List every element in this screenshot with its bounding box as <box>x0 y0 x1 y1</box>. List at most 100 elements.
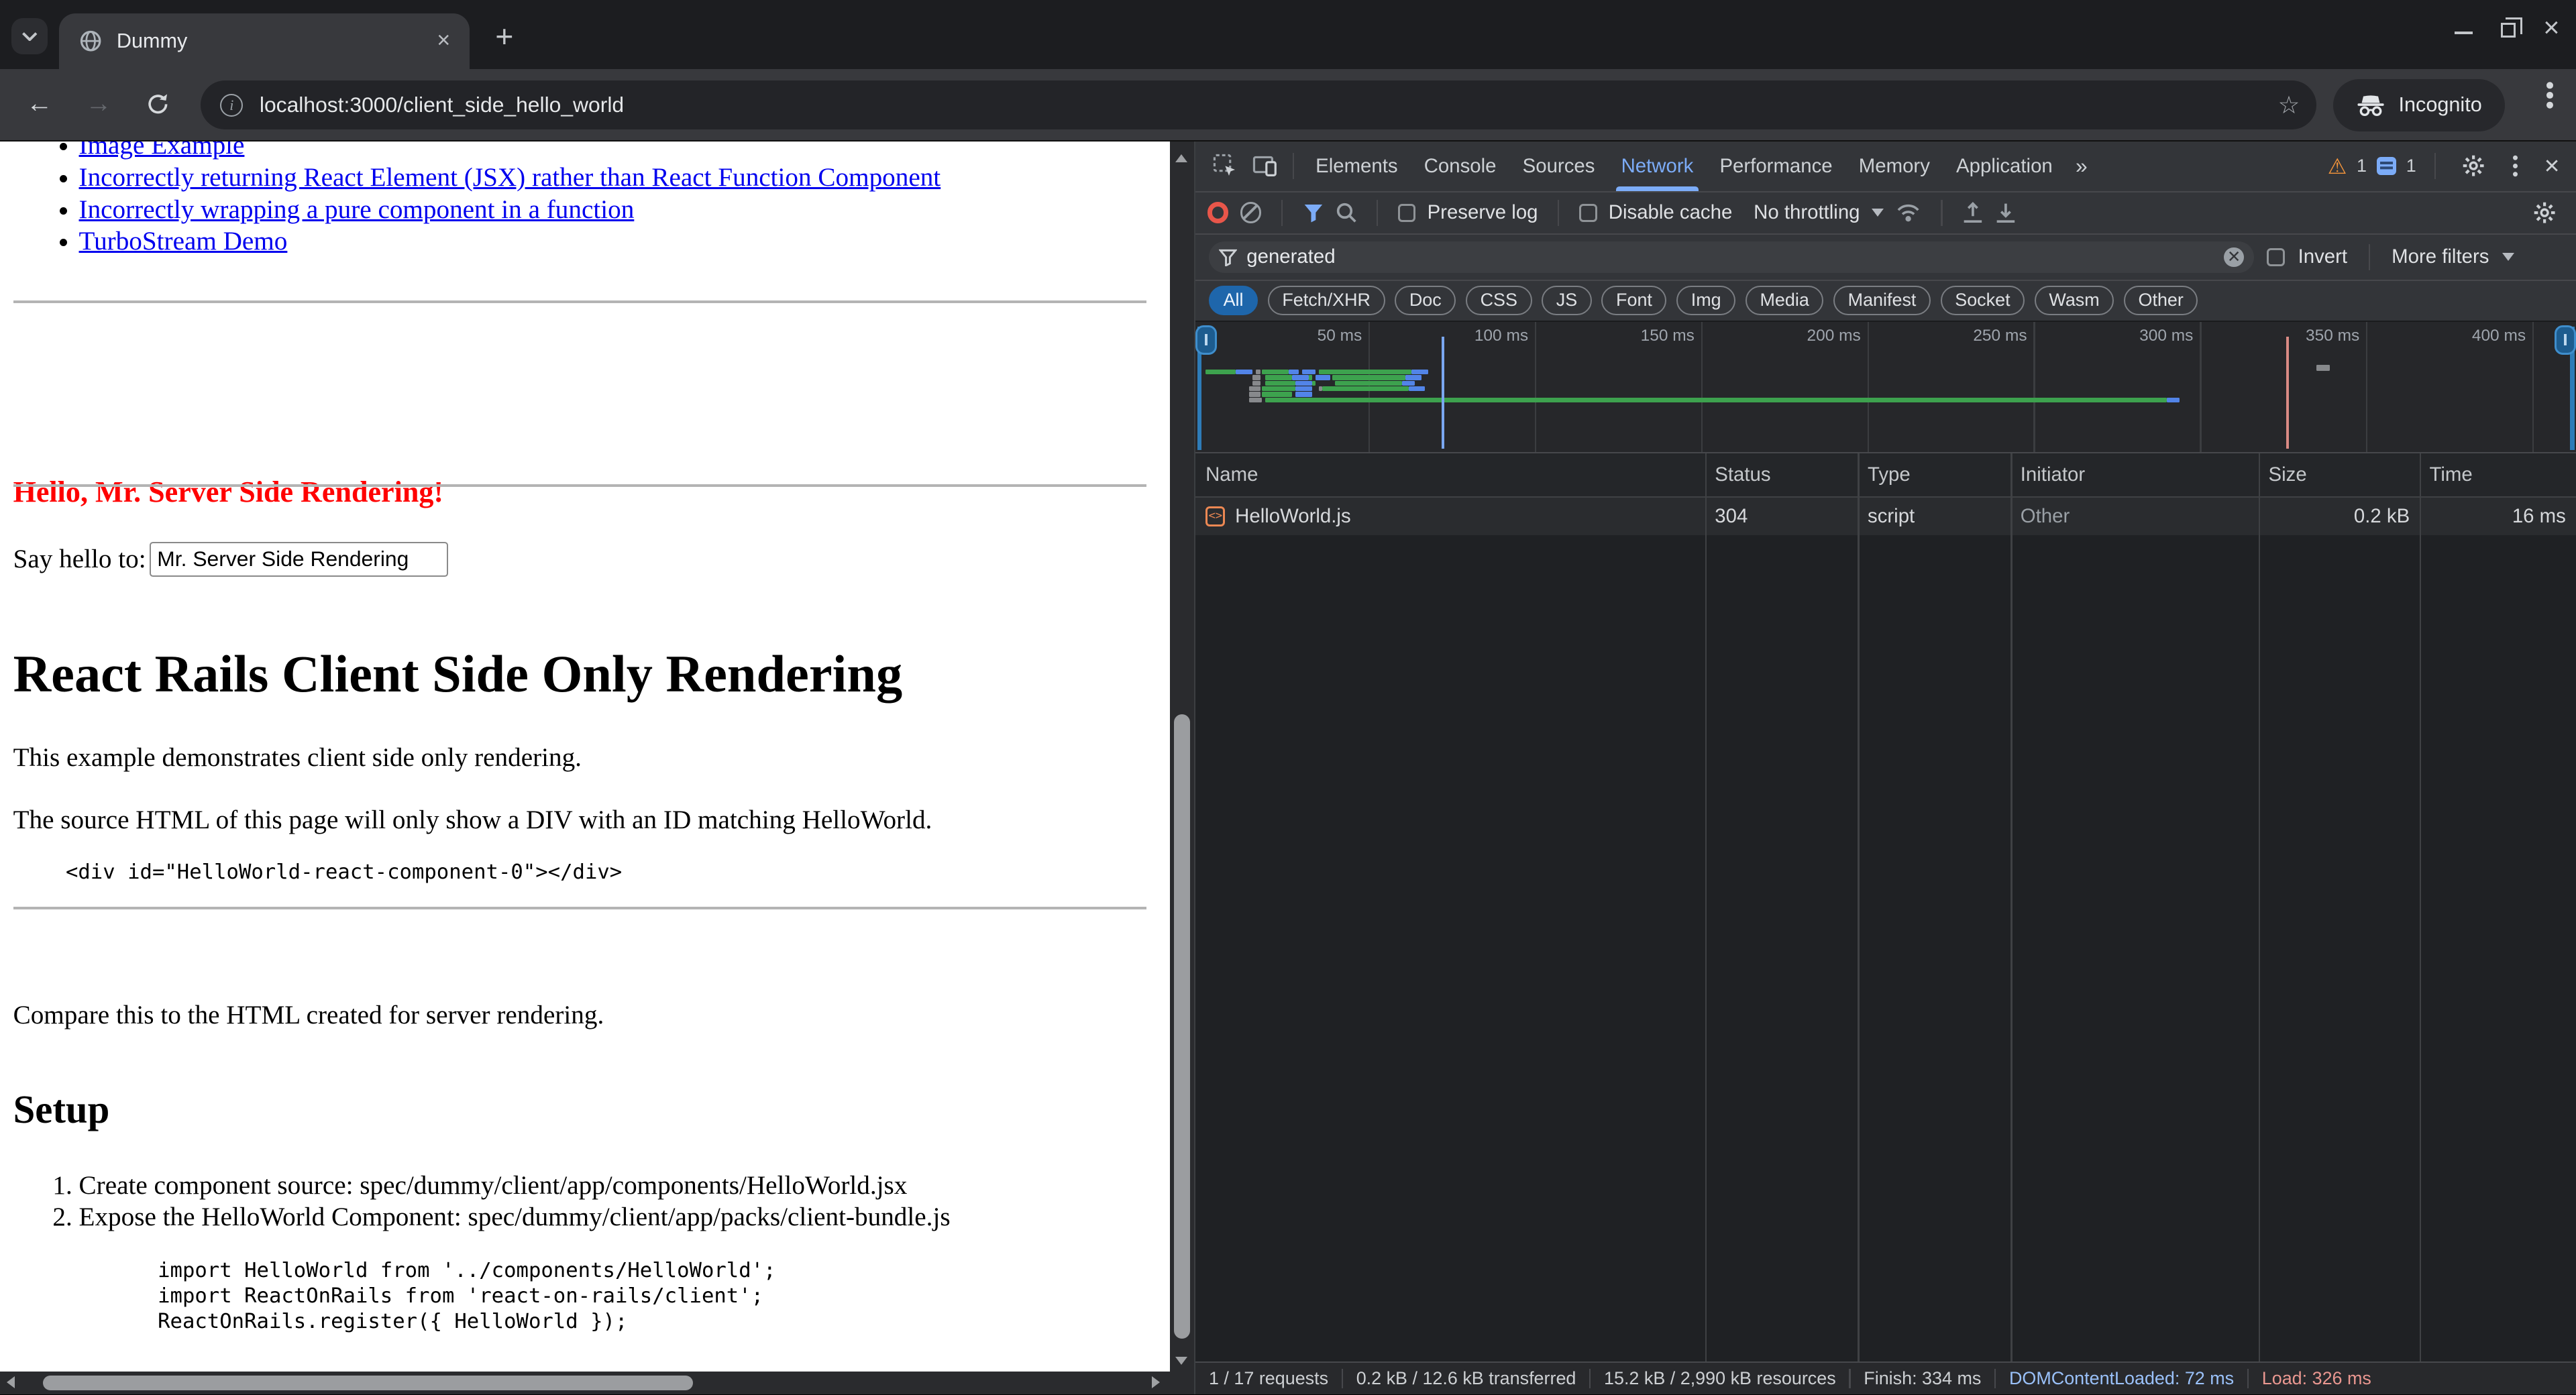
list-item: Incorrectly returning React Element (JSX… <box>79 162 941 194</box>
column-divider[interactable] <box>1705 453 1707 1361</box>
column-header-status[interactable]: Status <box>1705 463 1858 486</box>
warning-count: 1 <box>2357 156 2367 176</box>
more-filters-caret-icon[interactable] <box>2502 253 2514 261</box>
column-header-size[interactable]: Size <box>2259 463 2420 486</box>
export-har-icon[interactable] <box>1995 202 2017 223</box>
back-button[interactable]: ← <box>19 85 59 125</box>
scroll-down-arrow[interactable] <box>1175 1357 1187 1365</box>
devtools-menu-button[interactable] <box>2513 164 2518 168</box>
import-har-icon[interactable] <box>1962 202 1984 223</box>
scroll-left-arrow[interactable] <box>7 1376 15 1388</box>
timeline-tick-label: 350 ms <box>2261 327 2359 345</box>
site-info-icon[interactable]: i <box>220 94 243 117</box>
page-link[interactable]: Incorrectly returning React Element (JSX… <box>79 163 941 192</box>
say-hello-input[interactable] <box>150 542 449 576</box>
tab-close-button[interactable]: × <box>431 28 457 54</box>
table-header-row: Name Status Type Initiator Size Time <box>1195 453 2576 498</box>
devtools-tab-sources[interactable]: Sources <box>1509 142 1608 191</box>
browser-menu-button[interactable] <box>2546 92 2553 99</box>
devtools-close-button[interactable]: × <box>2538 152 2566 181</box>
column-header-time[interactable]: Time <box>2420 463 2576 486</box>
more-tabs-button[interactable]: » <box>2065 154 2099 178</box>
column-divider[interactable] <box>2259 453 2260 1361</box>
preserve-log-checkbox[interactable] <box>1398 204 1416 222</box>
devtools-tab-application[interactable]: Application <box>1943 142 2065 191</box>
timeline-gridline <box>2366 322 2367 452</box>
throttling-caret-icon[interactable] <box>1872 209 1884 217</box>
filter-chip-img[interactable]: Img <box>1676 286 1735 315</box>
status-item: Finish: 334 ms <box>1864 1368 1981 1389</box>
filter-chip-wasm[interactable]: Wasm <box>2035 286 2114 315</box>
scroll-right-arrow[interactable] <box>1152 1376 1160 1388</box>
inspect-element-button[interactable] <box>1205 148 1245 184</box>
devtools-settings-button[interactable] <box>2454 148 2493 184</box>
filter-chip-socket[interactable]: Socket <box>1941 286 2025 315</box>
page-link[interactable]: TurboStream Demo <box>79 227 288 256</box>
network-overview-timeline[interactable]: 50 ms100 ms150 ms200 ms250 ms300 ms350 m… <box>1195 322 2576 453</box>
network-conditions-icon[interactable] <box>1895 202 1921 223</box>
window-minimize-button[interactable] <box>2455 32 2473 35</box>
browser-tab[interactable]: Dummy × <box>59 13 470 69</box>
filter-chip-other[interactable]: Other <box>2124 286 2198 315</box>
clear-network-log-button[interactable] <box>1240 202 1262 223</box>
filter-chip-font[interactable]: Font <box>1601 286 1666 315</box>
clear-filter-button[interactable]: ✕ <box>2224 247 2243 267</box>
timeline-left-handle-grip[interactable] <box>1195 325 1217 355</box>
network-filter-input[interactable]: generated ✕ <box>1209 241 2254 273</box>
url-text[interactable]: localhost:3000/client_side_hello_world <box>260 93 2278 117</box>
new-tab-button[interactable]: + <box>483 16 526 59</box>
filter-chip-css[interactable]: CSS <box>1466 286 1532 315</box>
column-header-type[interactable]: Type <box>1858 463 2010 486</box>
reload-button[interactable] <box>138 85 178 125</box>
request-initiator[interactable]: Other <box>2010 505 2259 528</box>
devtools-tab-console[interactable]: Console <box>1411 142 1509 191</box>
window-close-button[interactable]: × <box>2543 16 2559 39</box>
filter-chip-all[interactable]: All <box>1209 286 1258 315</box>
throttling-select[interactable]: No throttling <box>1754 201 1860 224</box>
url-bar[interactable]: i localhost:3000/client_side_hello_world… <box>201 80 2316 129</box>
column-divider[interactable] <box>2420 453 2421 1361</box>
timeline-right-handle-grip[interactable] <box>2555 325 2576 355</box>
page-link[interactable]: Incorrectly wrapping a pure component in… <box>79 195 635 224</box>
window-restore-button[interactable] <box>2501 23 2516 38</box>
vertical-scrollbar[interactable] <box>1170 142 1195 1395</box>
column-header-name[interactable]: Name <box>1195 463 1705 486</box>
timeline-gridline <box>2200 322 2201 452</box>
page-link[interactable]: Image Example <box>79 142 245 160</box>
devtools-tab-elements[interactable]: Elements <box>1303 142 1411 191</box>
network-settings-button[interactable] <box>2525 194 2565 231</box>
devtools-tab-network[interactable]: Network <box>1608 142 1707 191</box>
devtools-tab-memory[interactable]: Memory <box>1845 142 1943 191</box>
waterfall-bar-segment <box>1302 370 1316 374</box>
table-row[interactable]: <> HelloWorld.js 304 script Other 0.2 kB… <box>1195 498 2576 535</box>
bookmark-star-icon[interactable]: ☆ <box>2278 91 2300 119</box>
filter-chip-fetch-xhr[interactable]: Fetch/XHR <box>1268 286 1385 315</box>
more-filters-button[interactable]: More filters <box>2392 245 2489 268</box>
disable-cache-checkbox[interactable] <box>1579 204 1597 222</box>
horizontal-scrollbar[interactable] <box>0 1372 1170 1394</box>
waterfall-bar-segment <box>1236 370 1252 374</box>
filter-chip-media[interactable]: Media <box>1746 286 1823 315</box>
invert-checkbox[interactable] <box>2267 248 2285 266</box>
search-icon[interactable] <box>1336 202 1357 223</box>
horizontal-scrollbar-thumb[interactable] <box>43 1376 694 1390</box>
filter-text[interactable]: generated <box>1246 245 2214 268</box>
filter-icon[interactable] <box>1303 202 1324 223</box>
devtools-tab-bar: ElementsConsoleSourcesNetworkPerformance… <box>1195 142 2576 192</box>
warning-icon[interactable]: ⚠ <box>2328 154 2347 179</box>
filter-chip-manifest[interactable]: Manifest <box>1833 286 1931 315</box>
record-network-log-button[interactable] <box>1208 202 1229 223</box>
scroll-up-arrow[interactable] <box>1175 154 1187 162</box>
column-divider[interactable] <box>1858 453 1859 1361</box>
column-header-initiator[interactable]: Initiator <box>2010 463 2259 486</box>
request-name[interactable]: HelloWorld.js <box>1235 505 1351 528</box>
issues-icon[interactable] <box>2377 157 2396 175</box>
filter-chip-js[interactable]: JS <box>1542 286 1592 315</box>
devtools-tab-performance[interactable]: Performance <box>1707 142 1845 191</box>
tab-search-button[interactable] <box>11 18 48 54</box>
timeline-tick-label: 400 ms <box>2427 327 2526 345</box>
vertical-scrollbar-thumb[interactable] <box>1174 714 1190 1339</box>
device-toolbar-button[interactable] <box>1245 148 1285 184</box>
filter-chip-doc[interactable]: Doc <box>1395 286 1456 315</box>
column-divider[interactable] <box>2010 453 2012 1361</box>
